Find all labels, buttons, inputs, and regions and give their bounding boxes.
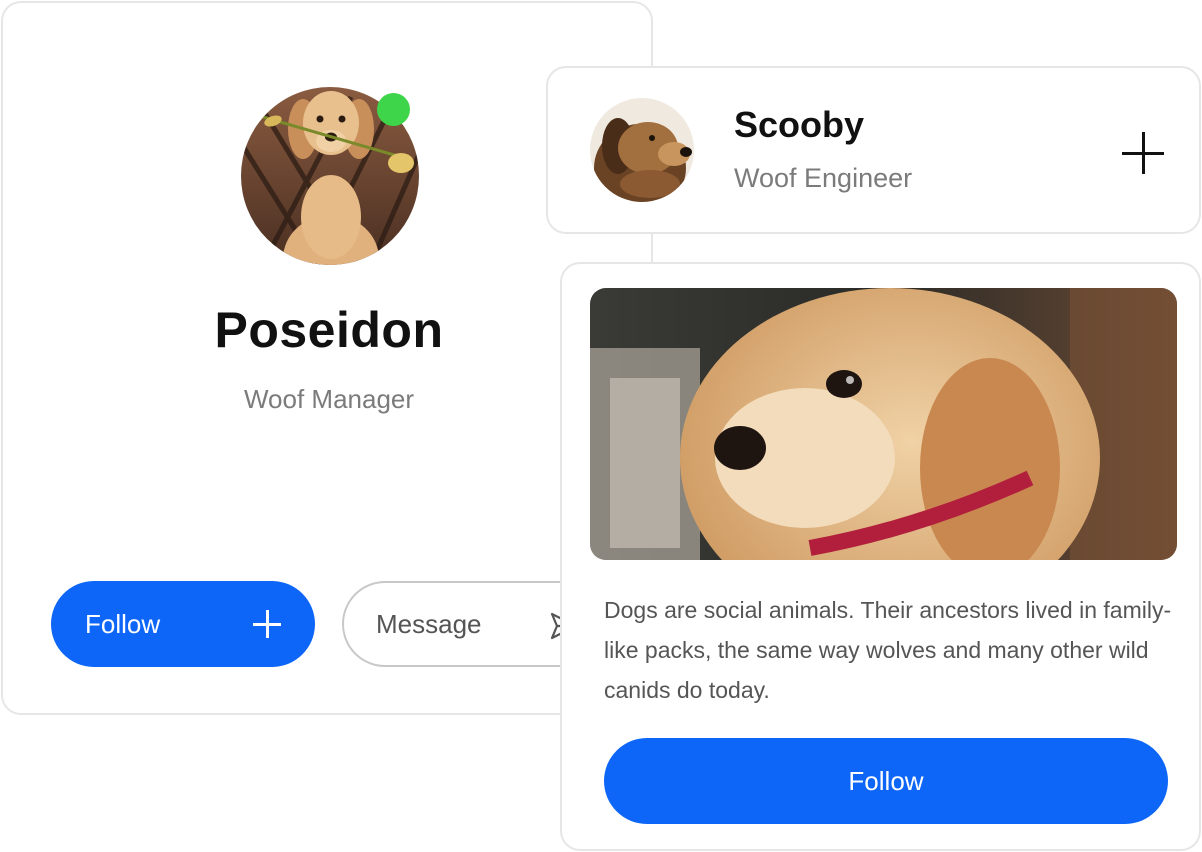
plus-icon (253, 610, 281, 638)
profile-role: Woof Manager (243, 384, 415, 414)
profile-name: Poseidon (214, 302, 444, 358)
avatar-scooby[interactable] (590, 98, 694, 202)
follow-button[interactable]: Follow (51, 581, 315, 667)
post-image (590, 288, 1177, 560)
mini-profile-card: Scooby Woof Engineer (546, 66, 1201, 234)
online-status-dot (377, 93, 410, 126)
post-description: Dogs are social animals. Their ancestors… (604, 597, 1172, 703)
follow-button-label: Follow (85, 608, 161, 639)
mini-profile-role: Woof Engineer (734, 163, 913, 193)
puppy-photo (590, 288, 1177, 560)
post-follow-button[interactable]: Follow (604, 738, 1168, 824)
add-plus-icon[interactable] (1122, 132, 1164, 174)
post-card: Dogs are social animals. Their ancestors… (560, 262, 1201, 851)
mini-profile-name: Scooby (734, 104, 865, 145)
message-button-label: Message (376, 608, 482, 639)
stage: Poseidon Woof Manager Follow Message Sco… (0, 0, 1202, 852)
avatar-wrapper (241, 87, 419, 265)
dog-portrait-image (590, 98, 694, 202)
